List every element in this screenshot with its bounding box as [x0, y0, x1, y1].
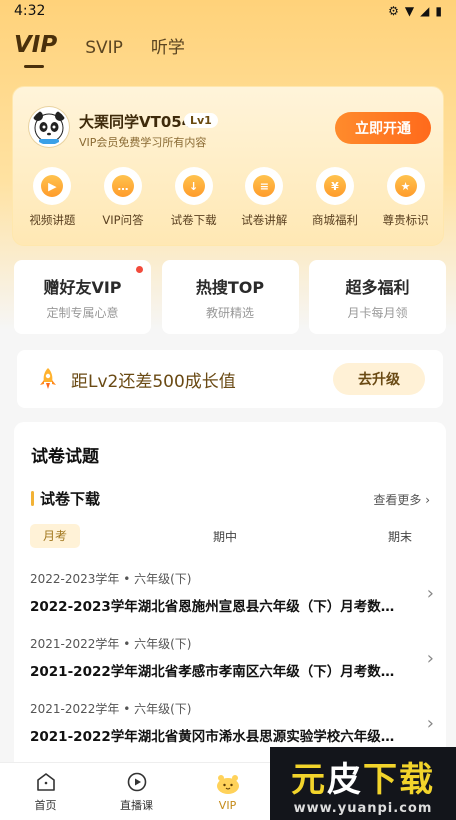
- paper-meta: 2021-2022学年 • 六年级(下): [30, 637, 192, 651]
- paper-meta: 2022-2023学年 • 六年级(下): [30, 572, 192, 586]
- section-accent-bar: [31, 491, 34, 506]
- status-bar: 4:32 ⚙ ▼ ◢ ▮: [0, 0, 456, 22]
- filter-final[interactable]: 期末: [370, 528, 430, 545]
- view-more-label: 查看更多: [373, 493, 422, 507]
- feature-label: 试卷下载: [170, 213, 217, 227]
- live-play-icon: [127, 772, 146, 792]
- feature-explain[interactable]: ≡ 试卷讲解: [230, 167, 298, 237]
- feature-video[interactable]: ▶ 视频讲题: [18, 167, 86, 237]
- promo-subtitle: 定制专属心意: [46, 305, 119, 320]
- chevron-right-icon: ›: [426, 583, 434, 604]
- paper-title: 2021-2022学年湖北省孝感市孝南区六年级（下）月考数学试卷: [30, 664, 402, 680]
- filter-monthly[interactable]: 月考: [30, 524, 80, 548]
- badge-icon: ★: [394, 175, 417, 197]
- promo-subtitle: 教研精选: [205, 305, 254, 320]
- level-badge: Lv1: [184, 113, 218, 128]
- watermark-text: 下载: [363, 759, 435, 800]
- subsection-title: 试卷下载: [40, 490, 101, 508]
- home-icon: [36, 773, 55, 791]
- nav-label: VIP: [218, 798, 237, 812]
- filter-tabs: 月考 期中 期末: [30, 524, 430, 548]
- settings-icon: ⚙: [388, 4, 399, 18]
- panda-icon: [33, 111, 65, 144]
- promo-benefits[interactable]: 超多福利 月卡每月领: [309, 260, 446, 334]
- signal-icon: ◢: [420, 4, 430, 18]
- paper-title: 2022-2023学年湖北省恩施州宣恩县六年级（下）月考数学试卷: [30, 599, 402, 615]
- feature-mall[interactable]: ¥ 商城福利: [301, 167, 369, 237]
- document-icon: ≡: [253, 175, 276, 197]
- chevron-right-icon: ›: [426, 713, 434, 734]
- papers-section: 试卷试题 试卷下载 查看更多 › 月考 期中 期末 2022-2023学年 • …: [14, 422, 446, 772]
- chevron-right-icon: ›: [426, 648, 434, 669]
- rocket-icon: [40, 368, 56, 389]
- vip-subtitle: VIP会员免费学习所有内容: [79, 136, 207, 149]
- watermark-text: 皮: [327, 759, 363, 800]
- promo-title: 超多福利: [345, 277, 410, 297]
- vip-card: 大栗同学VT054 Lv1 VIP会员免费学习所有内容 立即开通 ▶ 视频讲题 …: [12, 86, 444, 246]
- feature-download[interactable]: ↓ 试卷下载: [160, 167, 228, 237]
- status-time: 4:32: [14, 3, 46, 19]
- promo-title: 热搜TOP: [195, 277, 265, 297]
- paper-meta: 2021-2022学年 • 六年级(下): [30, 702, 192, 716]
- chevron-right-icon: ›: [425, 493, 430, 507]
- open-vip-button[interactable]: 立即开通: [335, 112, 431, 144]
- paper-title: 2021-2022学年湖北省黄冈市浠水县思源实验学校六年级（下）月考数学试卷: [30, 729, 402, 745]
- notification-dot: [136, 266, 143, 273]
- feature-qa[interactable]: … VIP问答: [89, 167, 157, 237]
- username: 大栗同学VT054: [79, 113, 193, 131]
- promo-hot-top[interactable]: 热搜TOP 教研精选: [161, 260, 299, 334]
- tab-listen[interactable]: 听学: [151, 33, 185, 68]
- view-more-link[interactable]: 查看更多 ›: [373, 491, 430, 508]
- section-heading: 试卷试题: [31, 447, 99, 467]
- coupon-icon: ¥: [323, 175, 346, 197]
- vip-mascot-icon: [216, 774, 239, 794]
- watermark-text: 元: [291, 759, 327, 800]
- wifi-icon: ▼: [404, 4, 415, 18]
- tab-vip[interactable]: VIP: [14, 32, 57, 68]
- feature-row: ▶ 视频讲题 … VIP问答 ↓ 试卷下载 ≡ 试卷讲解 ¥ 商城福利 ★ 尊贵…: [13, 167, 445, 237]
- nav-vip[interactable]: VIP: [182, 763, 273, 820]
- download-icon: ↓: [182, 175, 205, 197]
- list-item[interactable]: 2022-2023学年 • 六年级(下) 2022-2023学年湖北省恩施州宣恩…: [30, 570, 434, 626]
- feature-label: VIP问答: [102, 213, 144, 227]
- tab-svip[interactable]: SVIP: [85, 38, 123, 68]
- filter-midterm[interactable]: 期中: [195, 528, 255, 545]
- avatar[interactable]: [29, 107, 69, 147]
- level-progress-card: 距Lv2还差500成长值 去升级: [17, 350, 443, 408]
- watermark-url: www.yuanpi.com: [293, 800, 433, 816]
- feature-label: 尊贵标识: [382, 213, 429, 227]
- top-tabs: VIP SVIP 听学: [14, 28, 185, 68]
- promo-title: 赠好友VIP: [43, 277, 122, 297]
- watermark-logo: 元皮下载 www.yuanpi.com: [270, 747, 456, 820]
- feature-label: 试卷讲解: [241, 213, 288, 227]
- play-icon: ▶: [41, 175, 64, 197]
- feature-label: 视频讲题: [29, 213, 76, 227]
- upgrade-button[interactable]: 去升级: [333, 363, 425, 395]
- nav-label: 直播课: [120, 799, 153, 812]
- promo-row: 赠好友VIP 定制专属心意 热搜TOP 教研精选 超多福利 月卡每月领: [14, 260, 446, 334]
- nav-label: 首页: [34, 799, 57, 812]
- feature-badge[interactable]: ★ 尊贵标识: [372, 167, 440, 237]
- list-item[interactable]: 2021-2022学年 • 六年级(下) 2021-2022学年湖北省孝感市孝南…: [30, 635, 434, 691]
- feature-label: 商城福利: [311, 213, 358, 227]
- chat-icon: …: [111, 175, 134, 197]
- promo-subtitle: 月卡每月领: [347, 305, 408, 320]
- nav-home[interactable]: 首页: [0, 763, 91, 820]
- nav-live[interactable]: 直播课: [91, 763, 182, 820]
- level-progress-text: 距Lv2还差500成长值: [71, 371, 236, 392]
- battery-icon: ▮: [435, 4, 442, 18]
- promo-gift-vip[interactable]: 赠好友VIP 定制专属心意: [14, 260, 151, 334]
